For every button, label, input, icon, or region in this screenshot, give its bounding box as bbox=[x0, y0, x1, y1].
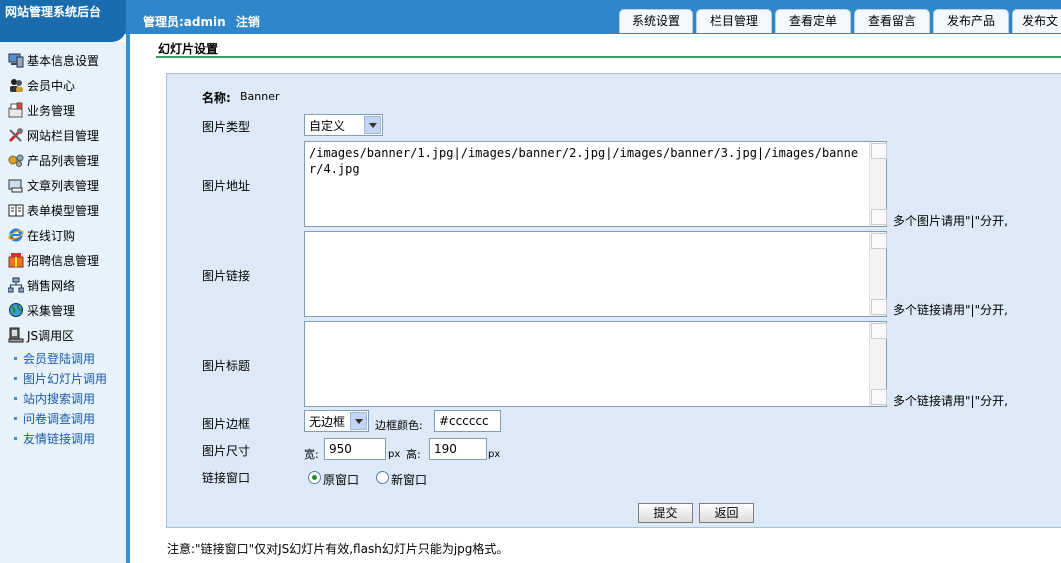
sidebar-item-recruitment[interactable]: 招聘信息管理 bbox=[0, 249, 126, 271]
tab-column-management[interactable]: 栏目管理 bbox=[696, 9, 772, 33]
globe-icon bbox=[8, 302, 24, 318]
size-label: 图片尺寸 bbox=[202, 444, 251, 458]
height-input[interactable]: 190 bbox=[429, 438, 487, 460]
sidebar-item-product-list[interactable]: 产品列表管理 bbox=[0, 149, 126, 171]
top-tabs: 系统设置 栏目管理 查看定单 查看留言 发布产品 发布文 bbox=[619, 9, 1061, 34]
url-scrollbar[interactable] bbox=[869, 142, 887, 226]
back-button[interactable]: 返回 bbox=[699, 503, 754, 523]
sidebar-item-js-area[interactable]: JS调用区 bbox=[0, 324, 126, 346]
type-select[interactable]: 自定义 bbox=[304, 114, 383, 136]
url-hint: 多个图片请用"|"分开, bbox=[893, 214, 1008, 228]
link-textarea[interactable] bbox=[304, 231, 887, 317]
briefcase-icon bbox=[8, 102, 24, 118]
width-unit: px bbox=[388, 449, 401, 460]
admin-info: 管理员:admin 注销 bbox=[143, 13, 260, 30]
sidebar-item-label: 招聘信息管理 bbox=[27, 253, 100, 268]
url-textarea-value: /images/banner/1.jpg|/images/banner/2.jp… bbox=[309, 146, 859, 176]
border-label: 图片边框 bbox=[202, 417, 251, 431]
window-new-label: 新窗口 bbox=[391, 473, 428, 487]
sidebar-item-label: 业务管理 bbox=[27, 103, 76, 118]
sidebar-item-label: JS调用区 bbox=[27, 328, 75, 343]
caption-scrollbar[interactable] bbox=[869, 322, 887, 406]
chevron-down-icon bbox=[364, 116, 381, 134]
caption-hint: 多个链接请用"|"分开, bbox=[893, 394, 1008, 408]
sidebar-divider bbox=[126, 34, 130, 563]
logout-link[interactable]: 注销 bbox=[236, 15, 260, 29]
submit-button[interactable]: 提交 bbox=[638, 503, 693, 523]
sidebar-item-basic-info[interactable]: 基本信息设置 bbox=[0, 49, 126, 71]
sidebar-item-collection[interactable]: 采集管理 bbox=[0, 299, 126, 321]
window-label: 链接窗口 bbox=[202, 471, 251, 485]
name-label: 名称: bbox=[202, 91, 231, 105]
document-icon bbox=[8, 177, 24, 193]
sidebar-item-business[interactable]: 业务管理 bbox=[0, 99, 126, 121]
width-input[interactable]: 950 bbox=[324, 438, 386, 460]
network-icon bbox=[7, 277, 25, 293]
tab-system-settings[interactable]: 系统设置 bbox=[619, 9, 693, 33]
sidebar-sub-survey[interactable]: 问卷调查调用 bbox=[14, 409, 95, 427]
page-note: 注意:"链接窗口"仅对JS幻灯片有效,flash幻灯片只能为jpg格式。 bbox=[167, 542, 509, 556]
tab-view-orders[interactable]: 查看定单 bbox=[775, 9, 851, 33]
border-color-input[interactable]: #cccccc bbox=[434, 410, 501, 432]
tab-publish-product[interactable]: 发布产品 bbox=[933, 9, 1009, 33]
gift-icon bbox=[8, 252, 24, 268]
app-logo: 网站管理系统后台 bbox=[0, 0, 126, 42]
type-select-value: 自定义 bbox=[309, 119, 346, 133]
sidebar-item-site-columns[interactable]: 网站栏目管理 bbox=[0, 124, 126, 146]
caption-label: 图片标题 bbox=[202, 359, 251, 373]
ie-icon bbox=[8, 227, 24, 243]
sidebar-item-label: 文章列表管理 bbox=[27, 178, 100, 193]
computer-icon bbox=[8, 52, 24, 68]
sidebar-item-form-model[interactable]: 表单模型管理 bbox=[0, 199, 126, 221]
height-unit: px bbox=[488, 449, 501, 460]
tab-publish-article[interactable]: 发布文 bbox=[1012, 9, 1061, 33]
border-select-value: 无边框 bbox=[309, 415, 346, 429]
sidebar-sub-member-login[interactable]: 会员登陆调用 bbox=[14, 349, 95, 367]
link-hint: 多个链接请用"|"分开, bbox=[893, 303, 1008, 317]
sidebar-item-label: 采集管理 bbox=[27, 303, 76, 318]
border-select[interactable]: 无边框 bbox=[304, 410, 369, 432]
title-divider bbox=[156, 56, 1061, 58]
height-label: 高: bbox=[406, 448, 421, 461]
book-icon bbox=[8, 202, 24, 218]
link-label: 图片链接 bbox=[202, 269, 251, 283]
admin-label: 管理员:admin bbox=[143, 15, 226, 29]
sidebar-item-label: 销售网络 bbox=[27, 278, 76, 293]
sidebar-item-article-list[interactable]: 文章列表管理 bbox=[0, 174, 126, 196]
type-label: 图片类型 bbox=[202, 120, 251, 134]
link-scrollbar[interactable] bbox=[869, 232, 887, 316]
sidebar-sub-site-search[interactable]: 站内搜索调用 bbox=[14, 389, 95, 407]
sidebar-item-label: 基本信息设置 bbox=[27, 53, 100, 68]
sidebar-item-label: 会员中心 bbox=[27, 78, 76, 93]
tools-icon bbox=[8, 127, 24, 143]
sidebar-item-label: 在线订购 bbox=[27, 228, 76, 243]
url-textarea[interactable]: /images/banner/1.jpg|/images/banner/2.jp… bbox=[304, 141, 887, 227]
tab-view-messages[interactable]: 查看留言 bbox=[854, 9, 930, 33]
caption-textarea[interactable] bbox=[304, 321, 887, 407]
chevron-down-icon bbox=[350, 412, 367, 430]
sidebar-item-online-order[interactable]: 在线订购 bbox=[0, 224, 126, 246]
sidebar-item-label: 网站栏目管理 bbox=[27, 128, 100, 143]
page-title: 幻灯片设置 bbox=[158, 42, 219, 56]
sidebar-item-label: 产品列表管理 bbox=[27, 153, 100, 168]
width-label: 宽: bbox=[304, 448, 319, 461]
url-label: 图片地址 bbox=[202, 179, 251, 193]
sidebar-sub-friend-links[interactable]: 友情链接调用 bbox=[14, 429, 95, 447]
sidebar-sub-slideshow[interactable]: 图片幻灯片调用 bbox=[14, 369, 107, 387]
sidebar-item-sales-network[interactable]: 销售网络 bbox=[0, 274, 126, 296]
sidebar-item-label: 表单模型管理 bbox=[27, 203, 100, 218]
window-self-radio[interactable] bbox=[308, 471, 321, 484]
users-icon bbox=[8, 77, 24, 93]
name-value: Banner bbox=[240, 90, 280, 103]
sidebar-item-member-center[interactable]: 会员中心 bbox=[0, 74, 126, 96]
window-self-label: 原窗口 bbox=[323, 473, 360, 487]
window-new-radio[interactable] bbox=[376, 471, 389, 484]
monitor-icon bbox=[8, 327, 24, 343]
gears-icon bbox=[8, 152, 24, 168]
border-color-label: 边框颜色: bbox=[375, 419, 423, 432]
